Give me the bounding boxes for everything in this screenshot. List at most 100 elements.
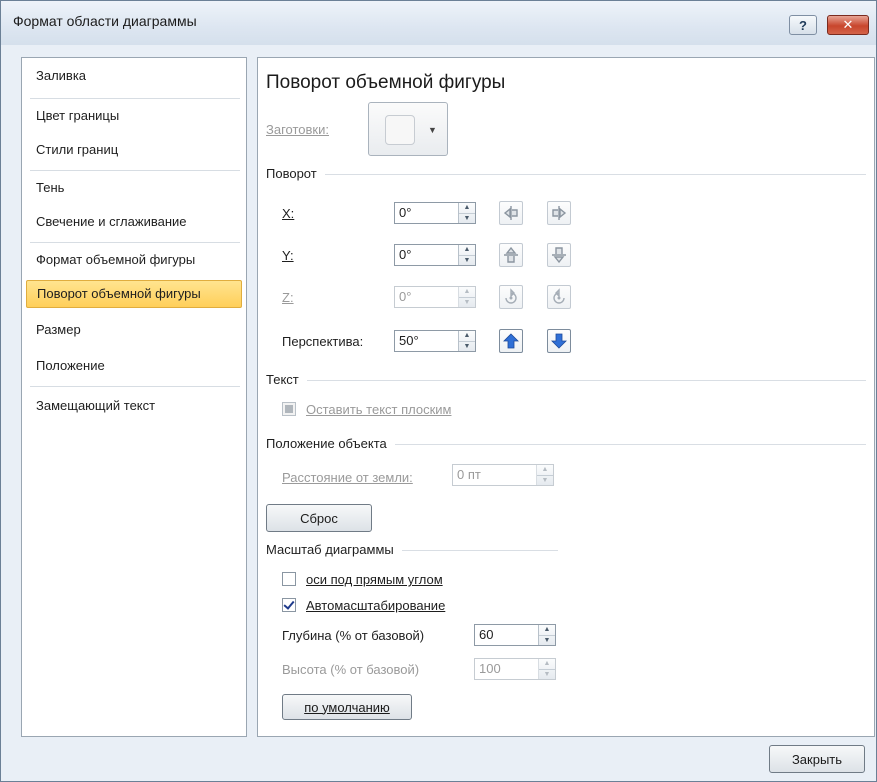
section-object-position-label: Положение объекта — [266, 436, 395, 451]
spin-up-icon[interactable]: ▲ — [459, 203, 475, 214]
depth-value[interactable]: 60 — [475, 625, 538, 645]
spinner-arrows[interactable]: ▲ ▼ — [536, 465, 553, 485]
spin-down-icon[interactable]: ▼ — [537, 476, 553, 486]
widen-field-of-view-button[interactable] — [547, 329, 571, 353]
presets-dropdown[interactable]: ▼ — [368, 102, 448, 156]
spinner-arrows[interactable]: ▲ ▼ — [538, 659, 555, 679]
nav-item-3d-rotation[interactable]: Поворот объемной фигуры — [26, 280, 242, 308]
z-rotation-label: Z: — [282, 290, 294, 305]
depth-spinner[interactable]: 60 ▲ ▼ — [474, 624, 556, 646]
nav-separator — [30, 170, 240, 171]
presets-label-text: Заготовки: — [266, 122, 329, 137]
rotate-down-button[interactable] — [547, 243, 571, 267]
right-angle-axes-label: оси под прямым углом — [306, 572, 443, 587]
spinner-arrows[interactable]: ▲ ▼ — [458, 245, 475, 265]
perspective-value[interactable]: 50° — [395, 331, 458, 351]
nav-item-3d-format[interactable]: Формат объемной фигуры — [26, 246, 242, 274]
keep-text-flat-checkbox[interactable] — [282, 402, 296, 416]
spin-up-icon[interactable]: ▲ — [537, 465, 553, 476]
nav-item-glow-soft-edges[interactable]: Свечение и сглаживание — [26, 208, 242, 236]
y-rotation-spinner[interactable]: 0° ▲ ▼ — [394, 244, 476, 266]
spinner-arrows[interactable]: ▲ ▼ — [458, 287, 475, 307]
x-rotation-value[interactable]: 0° — [395, 203, 458, 223]
right-angle-axes-checkbox[interactable] — [282, 572, 296, 586]
perspective-decrease-icon — [551, 333, 567, 349]
rotate-counterclockwise-button[interactable] — [547, 285, 571, 309]
rotate-up-icon — [504, 246, 518, 263]
distance-from-ground-spinner[interactable]: 0 пт ▲ ▼ — [452, 464, 554, 486]
panel-title: Поворот объемной фигуры — [266, 72, 506, 93]
chevron-down-icon: ▼ — [428, 125, 437, 135]
format-chart-area-dialog: Формат области диаграммы ? ✕ Заливка Цве… — [0, 0, 877, 782]
nav-item-fill[interactable]: Заливка — [26, 62, 242, 90]
nav-item-shadow[interactable]: Тень — [26, 174, 242, 202]
spin-down-icon[interactable]: ▼ — [459, 214, 475, 224]
spin-down-icon[interactable]: ▼ — [459, 298, 475, 308]
y-rotation-value[interactable]: 0° — [395, 245, 458, 265]
rotate-left-button[interactable] — [499, 201, 523, 225]
z-rotation-value[interactable]: 0° — [395, 287, 458, 307]
distance-from-ground-label-text: Расстояние от земли: — [282, 470, 413, 485]
nav-item-size[interactable]: Размер — [26, 316, 242, 344]
height-label: Высота (% от базовой) — [282, 662, 420, 677]
height-value[interactable]: 100 — [475, 659, 538, 679]
nav-item-border-styles[interactable]: Стили границ — [26, 136, 242, 164]
rotate-up-button[interactable] — [499, 243, 523, 267]
spin-up-icon[interactable]: ▲ — [539, 625, 555, 636]
nav-item-border-color[interactable]: Цвет границы — [26, 102, 242, 130]
depth-label: Глубина (% от базовой) — [282, 628, 425, 643]
presets-label: Заготовки: — [266, 122, 329, 137]
height-spinner[interactable]: 100 ▲ ▼ — [474, 658, 556, 680]
rotate-right-button[interactable] — [547, 201, 571, 225]
settings-panel: Поворот объемной фигуры Заготовки: ▼ Пов… — [257, 57, 875, 737]
spin-down-icon[interactable]: ▼ — [459, 342, 475, 352]
spin-down-icon[interactable]: ▼ — [459, 256, 475, 266]
rotate-clockwise-icon — [505, 288, 517, 304]
spin-up-icon[interactable]: ▲ — [459, 287, 475, 298]
autoscale-label: Автомасштабирование — [306, 598, 446, 613]
spinner-arrows[interactable]: ▲ ▼ — [538, 625, 555, 645]
close-button[interactable]: Закрыть — [769, 745, 865, 773]
rotate-counterclockwise-icon — [553, 288, 565, 304]
spin-up-icon[interactable]: ▲ — [539, 659, 555, 670]
nav-item-position[interactable]: Положение — [26, 352, 242, 380]
z-rotation-spinner[interactable]: 0° ▲ ▼ — [394, 286, 476, 308]
dialog-title: Формат области диаграммы — [13, 13, 197, 29]
spinner-arrows[interactable]: ▲ ▼ — [458, 203, 475, 223]
close-window-button[interactable]: ✕ — [827, 15, 869, 35]
nav-item-alt-text[interactable]: Замещающий текст — [26, 392, 242, 420]
spin-down-icon[interactable]: ▼ — [539, 670, 555, 680]
title-bar[interactable]: Формат области диаграммы ? ✕ — [1, 1, 876, 45]
preset-preview — [385, 115, 415, 145]
y-rotation-label: Y: — [282, 248, 294, 263]
section-rotation: Поворот — [266, 166, 866, 182]
nav-separator — [30, 98, 240, 99]
category-list: Заливка Цвет границы Стили границ Тень С… — [21, 57, 247, 737]
section-divider — [266, 380, 866, 381]
narrow-field-of-view-button[interactable] — [499, 329, 523, 353]
perspective-increase-icon — [503, 333, 519, 349]
default-scale-button-label: по умолчанию — [304, 699, 390, 715]
distance-from-ground-value[interactable]: 0 пт — [453, 465, 536, 485]
x-rotation-spinner[interactable]: 0° ▲ ▼ — [394, 202, 476, 224]
rotate-down-icon — [552, 247, 566, 264]
x-rotation-label: X: — [282, 206, 295, 221]
perspective-label-text: Перспектива: — [282, 334, 364, 349]
section-chart-scale-label: Масштаб диаграммы — [266, 542, 402, 557]
spinner-arrows[interactable]: ▲ ▼ — [458, 331, 475, 351]
reset-button[interactable]: Сброс — [266, 504, 372, 532]
section-divider — [266, 174, 866, 175]
spin-up-icon[interactable]: ▲ — [459, 245, 475, 256]
default-scale-button[interactable]: по умолчанию — [282, 694, 412, 720]
section-text: Текст — [266, 372, 866, 388]
autoscale-checkbox[interactable] — [282, 598, 296, 612]
nav-separator — [30, 242, 240, 243]
spin-up-icon[interactable]: ▲ — [459, 331, 475, 342]
perspective-spinner[interactable]: 50° ▲ ▼ — [394, 330, 476, 352]
section-chart-scale: Масштаб диаграммы — [266, 542, 558, 558]
keep-text-flat-label: Оставить текст плоским — [306, 402, 452, 417]
rotate-clockwise-button[interactable] — [499, 285, 523, 309]
perspective-label: Перспектива: — [282, 334, 363, 349]
help-button[interactable]: ? — [789, 15, 817, 35]
spin-down-icon[interactable]: ▼ — [539, 636, 555, 646]
